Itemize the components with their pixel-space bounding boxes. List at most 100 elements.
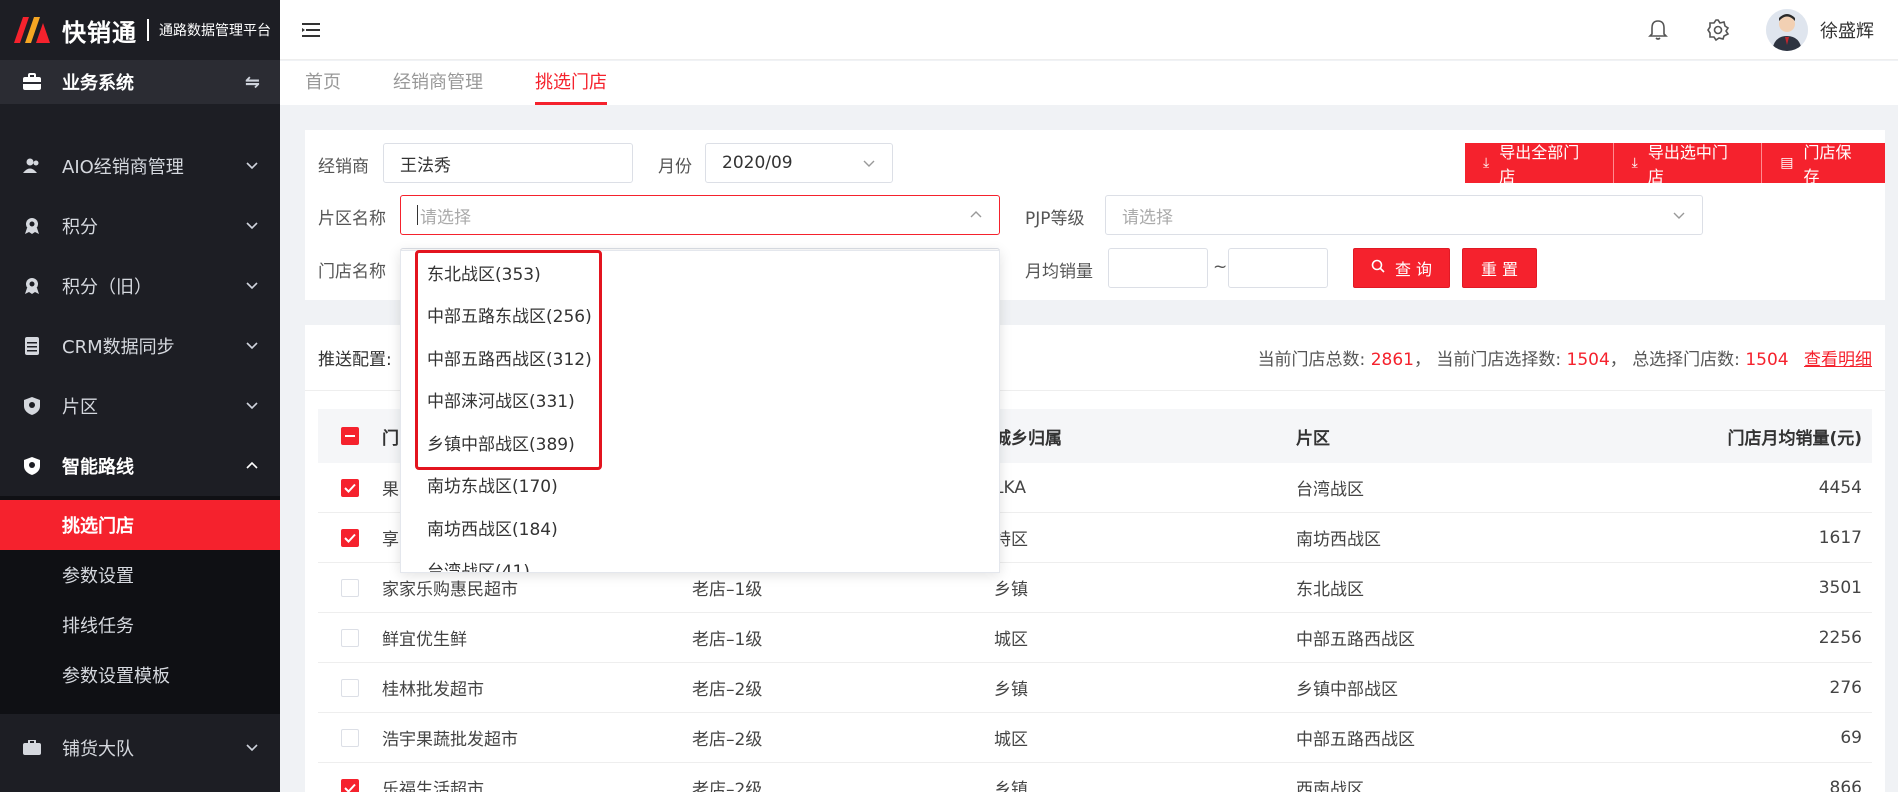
cell-urban-rural: 乡镇: [994, 680, 1028, 700]
avg-sales-max-input[interactable]: [1228, 248, 1328, 288]
save-store-label: 门店保存: [1803, 143, 1852, 186]
row-checkbox[interactable]: [341, 628, 359, 647]
selected-stores-label: 当前门店选择数:: [1436, 350, 1562, 370]
export-selected-button[interactable]: ⤓ 导出选中门店: [1613, 143, 1763, 186]
avg-sales-min-input[interactable]: [1108, 248, 1208, 288]
menu-toggle-icon[interactable]: [302, 22, 322, 38]
cell-urban-rural: 城区: [994, 630, 1028, 650]
menu-label: CRM数据同步: [62, 337, 175, 358]
chevron-down-icon: [246, 744, 258, 752]
menu-item-crm-sync[interactable]: CRM数据同步: [0, 316, 280, 376]
submenu-item-params-template[interactable]: 参数设置模板: [0, 650, 280, 700]
text-caret: [417, 205, 418, 225]
reset-button[interactable]: 重 置: [1462, 248, 1537, 288]
business-system-label: 业务系统: [62, 73, 134, 94]
district-select[interactable]: 请选择: [400, 195, 1000, 235]
cell-monthly-sales: 1617: [1818, 527, 1862, 548]
save-store-button[interactable]: ▤ 门店保存: [1762, 143, 1885, 186]
table-row[interactable]: 桂林批发超市 老店–2级 乡镇 乡镇中部战区 276: [318, 663, 1872, 713]
cell-district: 南坊西战区: [1296, 530, 1381, 550]
header-right: 徐盛辉: [1646, 8, 1898, 51]
cell-district: 东北战区: [1296, 580, 1364, 600]
business-system-switch[interactable]: 业务系统 ⇋: [0, 60, 280, 104]
submenu-item-route-task[interactable]: 排线任务: [0, 600, 280, 650]
menu-label: 积分: [62, 217, 98, 238]
brand-subtitle: 通路数据管理平台: [159, 23, 271, 39]
page-tabs: 首页 经销商管理 挑选门店: [280, 61, 1898, 105]
route-icon: [22, 456, 42, 476]
cell-monthly-sales: 2256: [1818, 627, 1862, 648]
tab-dealer-management[interactable]: 经销商管理: [393, 61, 483, 105]
sidebar: 快销通 通路数据管理平台 业务系统 ⇋ AIO经销商管理 积分 积分（旧） CR…: [0, 0, 280, 792]
menu-label: 铺货大队: [62, 739, 134, 760]
store-stats: 当前门店总数: 2861， 当前门店选择数: 1504， 总选择门店数: 150…: [1258, 345, 1872, 370]
total-stores-value: 2861: [1370, 350, 1414, 370]
dealer-input[interactable]: 王法秀: [383, 143, 633, 183]
select-all-checkbox[interactable]: [341, 427, 359, 445]
cell-district: 台湾战区: [1296, 480, 1364, 500]
menu-label: 片区: [62, 397, 98, 418]
query-label: 查 询: [1394, 260, 1433, 279]
cell-store-type: 老店–2级: [692, 680, 763, 700]
district-option[interactable]: 台湾战区(41): [401, 549, 999, 572]
briefcase-icon: [22, 738, 42, 758]
cell-district: 中部五路西战区: [1296, 630, 1415, 650]
bell-icon[interactable]: [1646, 18, 1670, 42]
cell-store-name: 桂林批发超市: [382, 680, 484, 700]
pjp-select[interactable]: 请选择: [1105, 195, 1703, 235]
submenu-item-params[interactable]: 参数设置: [0, 550, 280, 600]
menu-item-district[interactable]: 片区: [0, 376, 280, 436]
cell-store-type: 老店–1级: [692, 630, 763, 650]
dealer-label: 经销商: [318, 157, 369, 177]
month-select[interactable]: 2020/09: [705, 143, 893, 183]
row-checkbox[interactable]: [341, 528, 359, 547]
table-row[interactable]: 浩宇果蔬批发超市 老店–2级 城区 中部五路西战区 69: [318, 713, 1872, 763]
row-checkbox[interactable]: [341, 678, 359, 697]
col-district: 片区: [1296, 428, 1330, 449]
tab-select-store[interactable]: 挑选门店: [535, 61, 607, 105]
table-row[interactable]: 乐福生活超市 老店–2级 乡镇 西南战区 866: [318, 763, 1872, 792]
export-all-button[interactable]: ⤓ 导出全部门店: [1465, 143, 1614, 186]
district-label: 片区名称: [318, 209, 386, 229]
cell-store-name: 乐福生活超市: [382, 780, 484, 792]
push-config-label: 推送配置:: [318, 350, 392, 370]
export-button-group: ⤓ 导出全部门店 ⤓ 导出选中门店 ▤ 门店保存: [1465, 143, 1885, 186]
tab-home[interactable]: 首页: [305, 61, 341, 105]
menu-item-points-old[interactable]: 积分（旧）: [0, 256, 280, 316]
menu-item-points[interactable]: 积分: [0, 196, 280, 256]
menu-label: 积分（旧）: [62, 277, 152, 298]
store-name-label: 门店名称: [318, 262, 386, 282]
month-label: 月份: [658, 157, 692, 177]
menu-item-smart-route[interactable]: 智能路线: [0, 436, 280, 496]
cell-district: 乡镇中部战区: [1296, 680, 1398, 700]
brand-name: 快销通: [62, 18, 137, 47]
avatar[interactable]: [1766, 8, 1808, 51]
district-option[interactable]: 南坊西战区(184): [401, 506, 999, 549]
cell-urban-rural: 乡镇: [994, 580, 1028, 600]
menu-item-aio[interactable]: AIO经销商管理: [0, 136, 280, 196]
switch-icon[interactable]: ⇋: [245, 72, 260, 93]
username[interactable]: 徐盛辉: [1820, 17, 1874, 43]
separator: ，: [1609, 350, 1627, 370]
menu-item-distribution-team[interactable]: 铺货大队: [0, 718, 280, 778]
cell-monthly-sales: 69: [1840, 727, 1862, 748]
submenu-item-select-store[interactable]: 挑选门店: [0, 500, 280, 550]
table-row[interactable]: 鲜宜优生鲜 老店–1级 城区 中部五路西战区 2256: [318, 613, 1872, 663]
gear-icon[interactable]: [1706, 18, 1730, 42]
query-button[interactable]: 查 询: [1353, 248, 1450, 288]
row-checkbox[interactable]: [341, 578, 359, 597]
annotation-highlight-box: [415, 250, 602, 470]
dealer-value: 王法秀: [400, 155, 451, 176]
row-checkbox[interactable]: [341, 478, 359, 497]
cell-urban-rural: 乡镇: [994, 780, 1028, 792]
pjp-placeholder: 请选择: [1122, 207, 1173, 228]
month-value: 2020/09: [722, 153, 793, 173]
row-checkbox[interactable]: [341, 728, 359, 747]
all-selected-value: 1504: [1745, 350, 1789, 370]
selected-stores-value: 1504: [1566, 350, 1610, 370]
cell-store-type: 老店–1级: [692, 580, 763, 600]
row-checkbox[interactable]: [341, 778, 359, 792]
view-details-link[interactable]: 查看明细: [1804, 350, 1872, 370]
range-separator: ~: [1213, 257, 1228, 277]
cell-district: 西南战区: [1296, 780, 1364, 792]
